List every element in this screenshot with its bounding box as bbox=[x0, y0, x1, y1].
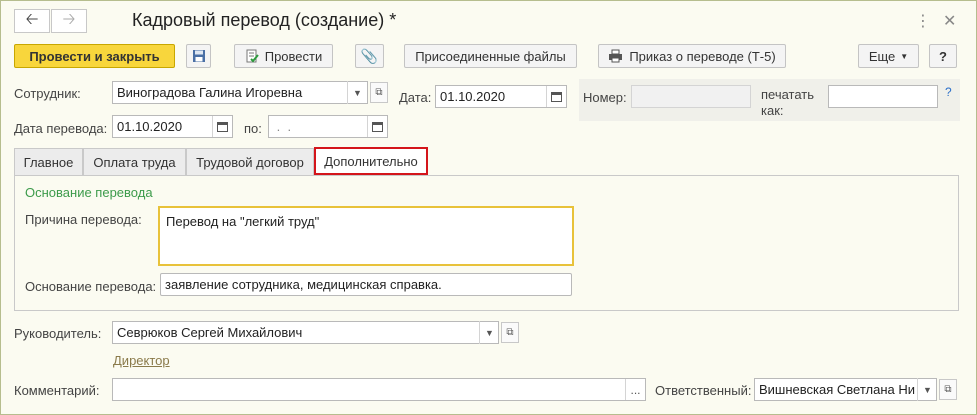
calendar-icon bbox=[217, 122, 228, 132]
chevron-down-icon: ▼ bbox=[485, 327, 494, 338]
basis-value: заявление сотрудника, медицинская справк… bbox=[165, 277, 442, 292]
printer-icon bbox=[609, 49, 623, 63]
open-link-icon: ⧉ bbox=[375, 87, 383, 98]
print-as-field[interactable] bbox=[828, 85, 938, 108]
tab-employment-contract[interactable]: Трудовой договор bbox=[186, 148, 314, 175]
transfer-date-value: 01.10.2020 bbox=[117, 119, 183, 134]
arrow-left-icon: 🡠 bbox=[25, 10, 39, 28]
to-date-value: . . bbox=[273, 119, 292, 134]
post-button[interactable]: Провести bbox=[234, 44, 333, 68]
more-vertical-icon[interactable]: ⋮ bbox=[915, 11, 931, 31]
date-value: 01.10.2020 bbox=[440, 89, 506, 104]
close-icon[interactable]: ✕ bbox=[943, 11, 956, 31]
print-as-label-line1: печатать bbox=[761, 87, 815, 102]
manager-field[interactable]: Севрюков Сергей Михайлович bbox=[112, 321, 499, 344]
chevron-down-icon: ▼ bbox=[923, 384, 932, 395]
open-link-icon: ⧉ bbox=[944, 384, 952, 395]
attached-files-button[interactable]: Присоединенные файлы bbox=[404, 44, 577, 68]
employee-value: Виноградова Галина Игоревна bbox=[117, 85, 303, 100]
responsible-field[interactable]: Вишневская Светлана Ни bbox=[754, 378, 937, 401]
post-button-label: Провести bbox=[264, 48, 323, 64]
employee-open-button[interactable]: ⧉ bbox=[370, 82, 388, 103]
responsible-value: Вишневская Светлана Ни bbox=[759, 382, 915, 397]
page-title: Кадровый перевод (создание) * bbox=[132, 10, 397, 30]
tab-additional[interactable]: Дополнительно bbox=[314, 147, 428, 175]
post-document-icon bbox=[246, 49, 259, 63]
help-button[interactable]: ? bbox=[929, 44, 957, 68]
help-question-icon[interactable]: ? bbox=[945, 85, 952, 99]
manager-dropdown[interactable]: ▼ bbox=[479, 321, 499, 344]
comment-label: Комментарий: bbox=[14, 383, 100, 398]
section-title: Основание перевода bbox=[25, 185, 153, 200]
manager-open-button[interactable]: ⧉ bbox=[501, 322, 519, 343]
arrow-right-icon: 🡢 bbox=[62, 10, 76, 28]
date-label: Дата: bbox=[399, 90, 432, 105]
employee-label: Сотрудник: bbox=[14, 86, 81, 101]
save-icon bbox=[192, 50, 205, 62]
to-date-calendar-button[interactable] bbox=[367, 116, 387, 137]
basis-label: Основание перевода: bbox=[25, 279, 157, 294]
open-link-icon: ⧉ bbox=[506, 327, 514, 338]
tab-payment[interactable]: Оплата труда bbox=[83, 148, 186, 175]
save-button[interactable] bbox=[186, 44, 211, 68]
number-label: Номер: bbox=[583, 90, 627, 105]
responsible-label: Ответственный: bbox=[655, 383, 752, 398]
comment-field[interactable] bbox=[112, 378, 646, 401]
number-field[interactable] bbox=[631, 85, 751, 108]
manager-position-link[interactable]: Директор bbox=[113, 353, 170, 368]
chevron-down-icon: ▼ bbox=[900, 51, 909, 61]
employee-field[interactable]: Виноградова Галина Игоревна bbox=[112, 81, 368, 104]
date-calendar-button[interactable] bbox=[546, 86, 566, 107]
calendar-icon bbox=[372, 122, 383, 132]
responsible-open-button[interactable]: ⧉ bbox=[939, 379, 957, 400]
attach-button[interactable]: 📎 bbox=[355, 44, 384, 68]
transfer-order-label: Приказ о переводе (Т-5) bbox=[629, 48, 776, 64]
document-window: 🡠 🡢 Кадровый перевод (создание) * ⋮ ✕ Пр… bbox=[0, 0, 977, 415]
back-button[interactable]: 🡠 bbox=[14, 9, 50, 33]
transfer-date-label: Дата перевода: bbox=[14, 121, 108, 136]
more-button-label: Еще bbox=[868, 48, 896, 64]
comment-select-button[interactable]: ... bbox=[625, 379, 645, 400]
reason-label: Причина перевода: bbox=[25, 212, 142, 227]
tab-main[interactable]: Главное bbox=[14, 148, 83, 175]
transfer-date-calendar-button[interactable] bbox=[212, 116, 232, 137]
manager-value: Севрюков Сергей Михайлович bbox=[117, 325, 303, 340]
manager-label: Руководитель: bbox=[14, 326, 102, 341]
responsible-dropdown[interactable]: ▼ bbox=[917, 378, 937, 401]
paperclip-icon: 📎 bbox=[360, 47, 379, 64]
post-and-close-button[interactable]: Провести и закрыть bbox=[14, 44, 175, 68]
basis-field[interactable]: заявление сотрудника, медицинская справк… bbox=[160, 273, 572, 296]
employee-dropdown[interactable]: ▼ bbox=[347, 81, 367, 104]
calendar-icon bbox=[551, 92, 562, 102]
chevron-down-icon: ▼ bbox=[353, 87, 362, 98]
transfer-order-button[interactable]: Приказ о переводе (Т-5) bbox=[598, 44, 786, 68]
to-label: по: bbox=[244, 121, 262, 136]
forward-button[interactable]: 🡢 bbox=[51, 9, 87, 33]
print-as-label-line2: как: bbox=[761, 103, 784, 118]
reason-textarea[interactable]: Перевод на "легкий труд" bbox=[158, 206, 574, 266]
more-button[interactable]: Еще ▼ bbox=[858, 44, 919, 68]
print-as-label: печатать как: bbox=[761, 87, 814, 119]
